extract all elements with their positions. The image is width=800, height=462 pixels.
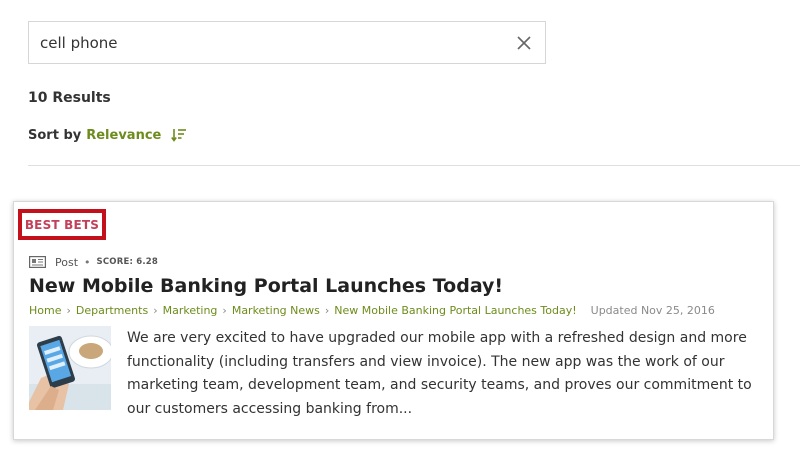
breadcrumb-chevron-icon: › bbox=[222, 304, 227, 317]
search-box[interactable] bbox=[28, 21, 546, 64]
best-bets-card: BEST BETS Post • SCORE: 6.28 New Mobile … bbox=[13, 201, 774, 440]
result-title[interactable]: New Mobile Banking Portal Launches Today… bbox=[29, 275, 503, 297]
sort-row: Sort by Relevance bbox=[28, 127, 187, 143]
breadcrumb-marketing[interactable]: Marketing bbox=[163, 304, 218, 317]
breadcrumb: Home › Departments › Marketing › Marketi… bbox=[29, 304, 715, 317]
sort-descending-icon[interactable] bbox=[171, 127, 187, 143]
meta-separator: • bbox=[84, 255, 91, 269]
breadcrumb-departments[interactable]: Departments bbox=[76, 304, 148, 317]
sort-label: Sort by bbox=[28, 127, 82, 143]
breadcrumb-current-page[interactable]: New Mobile Banking Portal Launches Today… bbox=[334, 304, 576, 317]
sort-value[interactable]: Relevance bbox=[86, 128, 161, 143]
best-bets-label: BEST BETS bbox=[18, 209, 106, 240]
breadcrumb-home[interactable]: Home bbox=[29, 304, 61, 317]
divider bbox=[28, 165, 800, 166]
result-type: Post bbox=[55, 255, 79, 269]
close-icon[interactable] bbox=[515, 34, 533, 52]
updated-date: Updated Nov 25, 2016 bbox=[590, 304, 715, 317]
search-input[interactable] bbox=[40, 22, 500, 63]
breadcrumb-chevron-icon: › bbox=[66, 304, 71, 317]
breadcrumb-marketing-news[interactable]: Marketing News bbox=[232, 304, 320, 317]
results-count: 10 Results bbox=[28, 90, 111, 106]
result-thumbnail[interactable] bbox=[29, 326, 111, 410]
breadcrumb-chevron-icon: › bbox=[153, 304, 158, 317]
result-score: SCORE: 6.28 bbox=[96, 257, 158, 267]
post-icon bbox=[29, 256, 46, 268]
breadcrumb-chevron-icon: › bbox=[324, 304, 330, 317]
result-meta: Post • SCORE: 6.28 bbox=[29, 255, 158, 269]
result-excerpt: We are very excited to have upgraded our… bbox=[127, 330, 752, 417]
